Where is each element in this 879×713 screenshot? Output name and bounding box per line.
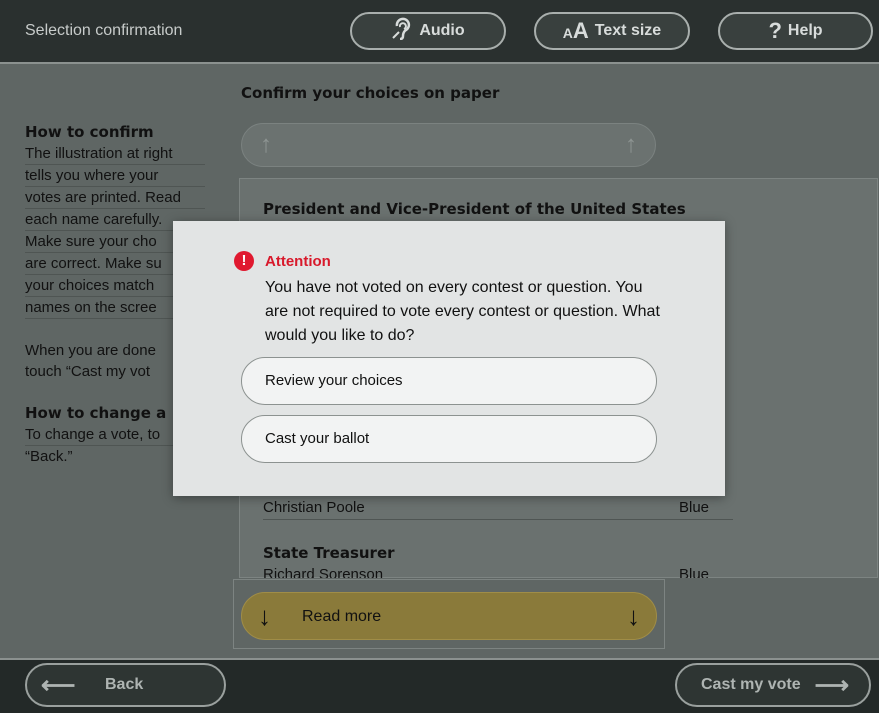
- candidate-name: Richard Sorenson: [263, 566, 384, 578]
- candidate-name: Christian Poole: [263, 499, 365, 516]
- arrow-down-icon: ↓: [627, 601, 640, 631]
- question-icon: ?: [768, 18, 782, 43]
- arrow-left-icon: ⟵: [41, 672, 76, 699]
- text-size-button[interactable]: AA Text size: [534, 12, 690, 50]
- arrow-up-icon: ↑: [625, 131, 637, 158]
- read-more-button[interactable]: ↓ Read more ↓: [241, 592, 657, 640]
- help-button[interactable]: ? Help: [718, 12, 873, 50]
- hearing-icon: [391, 16, 413, 46]
- scroll-up-button[interactable]: ↑ ↑: [241, 123, 656, 167]
- dialog-message: You have not voted on every contest or q…: [265, 279, 660, 344]
- text-size-label: Text size: [594, 22, 662, 39]
- audio-label: Audio: [419, 22, 465, 39]
- back-button[interactable]: ⟵ Back: [25, 663, 226, 707]
- cast-vote-button[interactable]: Cast my vote ⟶: [675, 663, 871, 707]
- arrow-right-icon: ⟶: [814, 672, 849, 699]
- page-title: Selection confirmation: [25, 22, 183, 39]
- cast-ballot-button[interactable]: Cast your ballot: [241, 415, 657, 463]
- contest-title: President and Vice-President of the Unit…: [263, 200, 686, 218]
- candidate-party: Blue: [679, 499, 710, 516]
- divider: [263, 519, 733, 520]
- confirm-heading: How to confirm: [25, 123, 154, 141]
- candidate-party: Blue: [679, 566, 710, 578]
- cast-vote-label: Cast my vote: [701, 676, 801, 693]
- instruction-line: votes are printed. Read: [25, 187, 205, 209]
- alert-icon: !: [234, 251, 254, 271]
- review-choices-button[interactable]: Review your choices: [241, 357, 657, 405]
- main-title: Confirm your choices on paper: [241, 84, 500, 102]
- arrow-down-icon: ↓: [258, 601, 271, 631]
- help-label: Help: [787, 22, 823, 39]
- back-label: Back: [105, 676, 144, 693]
- instruction-line: tells you where your: [25, 165, 205, 187]
- contest-title: State Treasurer: [263, 544, 395, 562]
- audio-button[interactable]: Audio: [350, 12, 506, 50]
- instruction-line: The illustration at right: [25, 143, 205, 165]
- arrow-up-icon: ↑: [260, 131, 272, 158]
- dialog-title: Attention: [265, 253, 331, 270]
- text-size-icon: AA: [562, 18, 589, 43]
- read-more-label: Read more: [302, 608, 382, 625]
